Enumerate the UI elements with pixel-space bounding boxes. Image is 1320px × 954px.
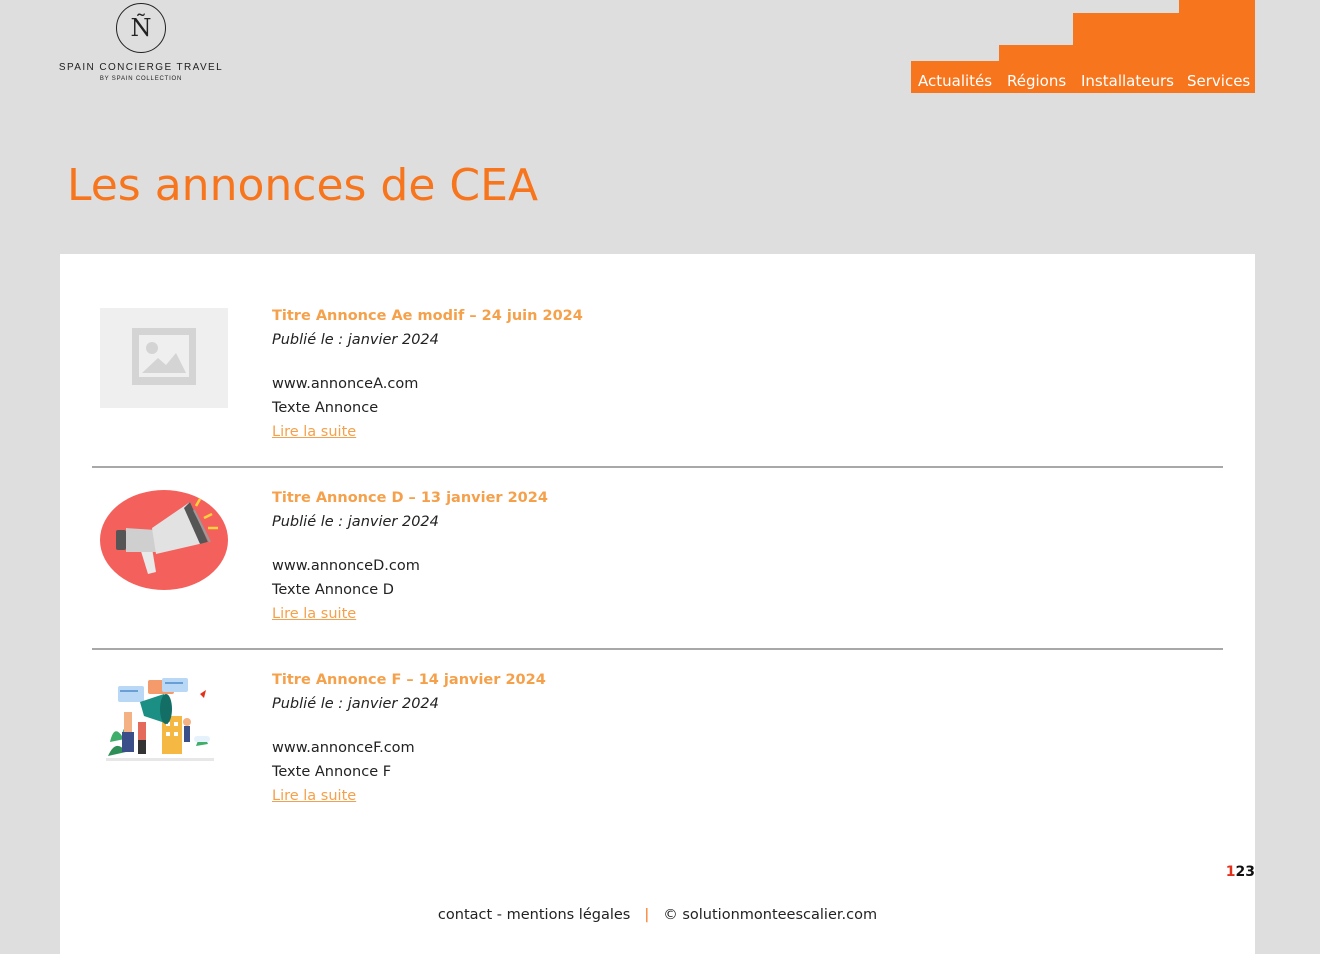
nav-decor-block [1073, 13, 1255, 45]
annonce-published: Publié le : janvier 2024 [272, 332, 439, 348]
annonce-text: Texte Annonce F [272, 764, 392, 780]
page-link[interactable]: 3 [1245, 864, 1255, 880]
annonce-title[interactable]: Titre Annonce D – 13 janvier 2024 [272, 490, 548, 506]
nav-item-actualites[interactable]: Actualités [918, 62, 992, 93]
nav-item-regions[interactable]: Régions [1007, 62, 1066, 93]
annonce-text: Texte Annonce [272, 400, 379, 416]
read-more-link[interactable]: Lire la suite [272, 788, 356, 804]
annonce-published: Publié le : janvier 2024 [272, 696, 439, 712]
logo-tagline: BY SPAIN COLLECTION [99, 76, 183, 82]
footer-copyright: © solutionmonteescalier.com [663, 907, 878, 923]
divider [92, 466, 1223, 468]
footer-dash: - [492, 907, 507, 923]
divider [92, 648, 1223, 650]
logo-mark: Ñ [116, 3, 166, 53]
megaphone-icon [100, 490, 228, 590]
annonce-text: Texte Annonce D [272, 582, 394, 598]
footer-legal-link[interactable]: mentions légales [507, 907, 631, 923]
logo-name: SPAIN CONCIERGE TRAVEL [58, 62, 224, 73]
annonce-title[interactable]: Titre Annonce F – 14 janvier 2024 [272, 672, 546, 688]
page-link-current[interactable]: 1 [1226, 864, 1236, 880]
read-more-link[interactable]: Lire la suite [272, 424, 356, 440]
annonce-url: www.annonceF.com [272, 740, 415, 756]
site-logo[interactable]: Ñ SPAIN CONCIERGE TRAVEL BY SPAIN COLLEC… [58, 3, 224, 82]
page-link[interactable]: 2 [1236, 864, 1246, 880]
nav-item-services[interactable]: Services [1187, 62, 1250, 93]
annonce-title[interactable]: Titre Annonce Ae modif – 24 juin 2024 [272, 308, 583, 324]
nav-decor-block [1179, 0, 1255, 13]
annonce-thumbnail[interactable] [100, 490, 228, 590]
read-more-link[interactable]: Lire la suite [272, 606, 356, 622]
marketing-illustration [106, 678, 214, 761]
page-title: Les annonces de CEA [67, 160, 539, 211]
footer-separator: | [644, 907, 650, 923]
placeholder-image-icon [132, 328, 196, 385]
pagination: 123 [1226, 864, 1255, 880]
annonce-published: Publié le : janvier 2024 [272, 514, 439, 530]
annonce-thumbnail[interactable] [100, 672, 228, 772]
annonce-url: www.annonceA.com [272, 376, 419, 392]
annonces-panel: Titre Annonce Ae modif – 24 juin 2024 Pu… [60, 254, 1255, 954]
annonce-url: www.annonceD.com [272, 558, 420, 574]
nav-item-installateurs[interactable]: Installateurs [1081, 62, 1174, 93]
footer-contact-link[interactable]: contact [438, 907, 492, 923]
nav-decor-block [999, 45, 1255, 61]
annonce-thumbnail[interactable] [100, 308, 228, 408]
footer: contact - mentions légales | © solutionmon… [60, 907, 1255, 923]
